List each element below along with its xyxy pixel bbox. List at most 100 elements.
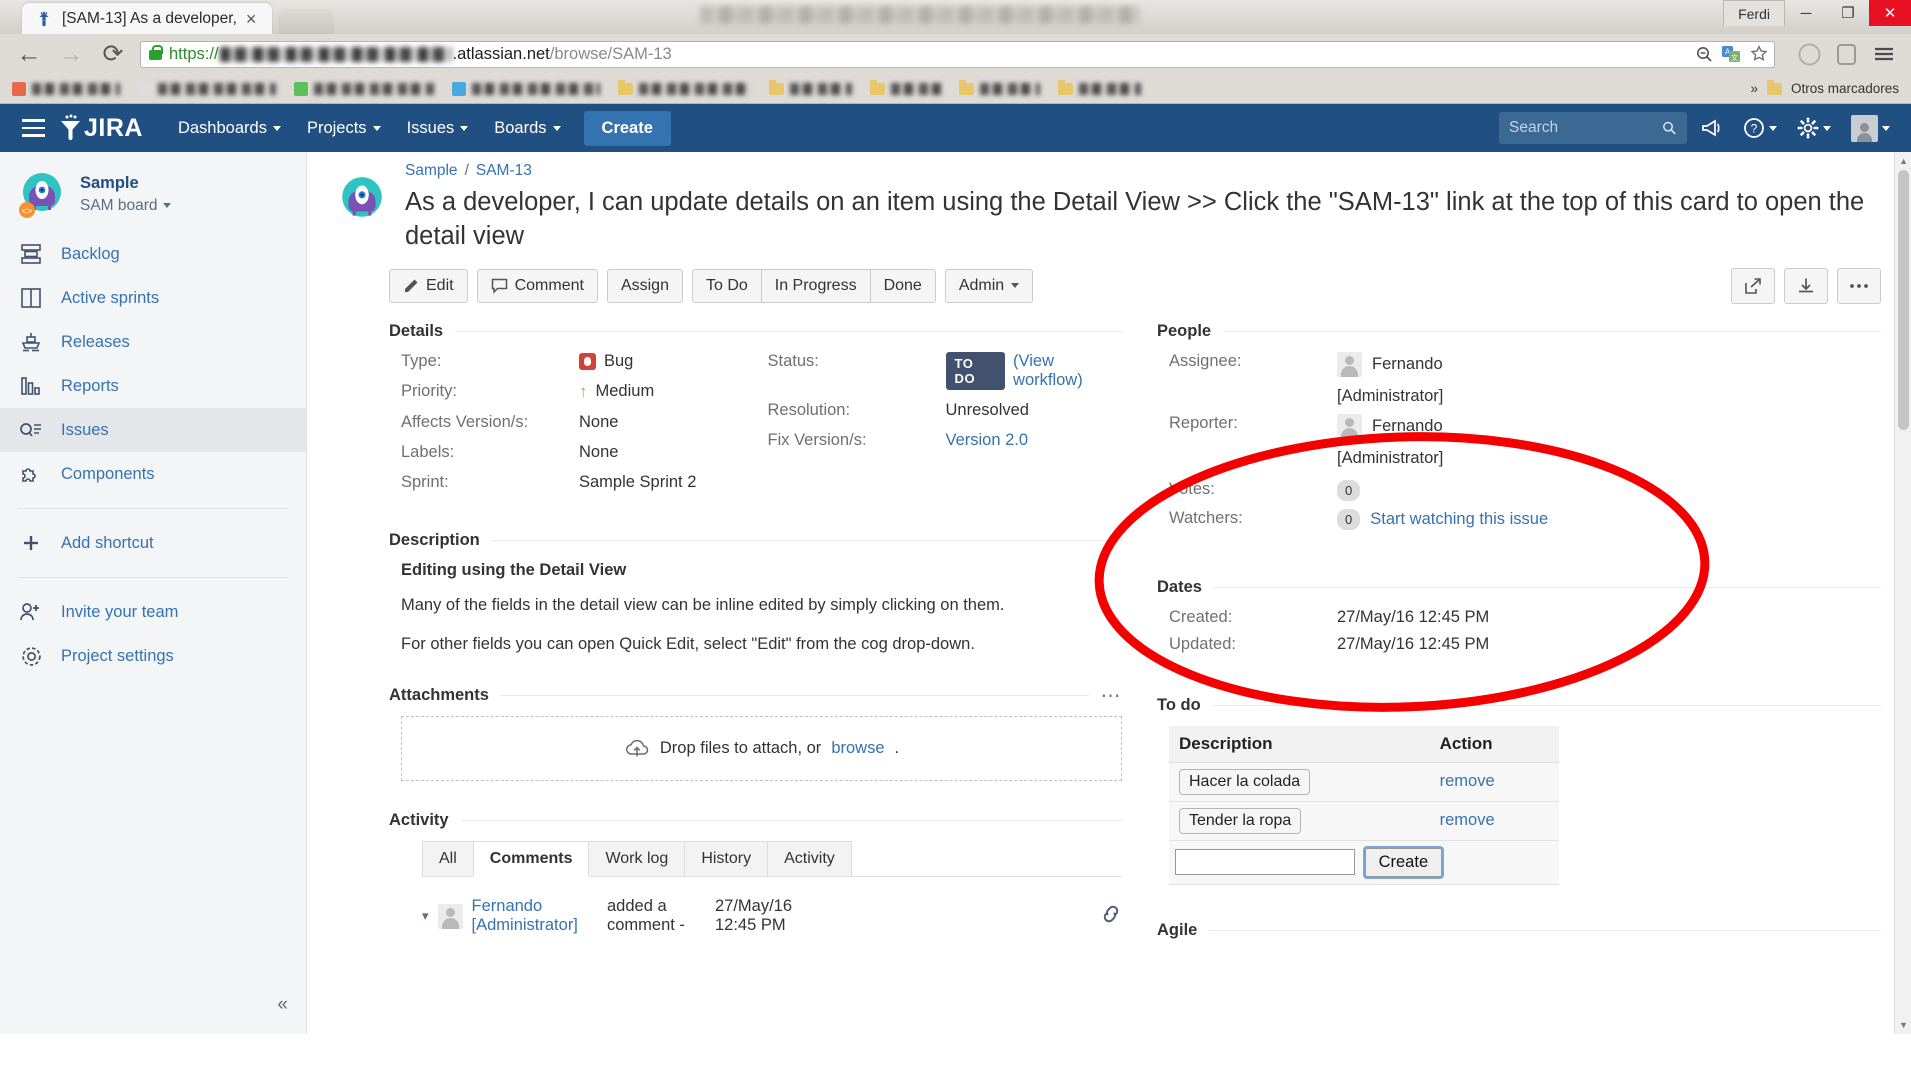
tab-activity[interactable]: Activity <box>767 841 852 876</box>
export-button[interactable] <box>1784 268 1828 304</box>
chevron-down-icon[interactable]: ▾ <box>422 908 429 924</box>
help-icon[interactable]: ? <box>1736 117 1784 139</box>
content-scrollbar[interactable]: ▲ ▼ <box>1894 152 1911 1034</box>
remove-link[interactable]: remove <box>1440 772 1495 790</box>
browse-link[interactable]: browse <box>831 739 884 758</box>
project-header[interactable]: <> Sample SAM board <box>0 152 306 232</box>
detail-value[interactable]: Sample Sprint 2 <box>579 473 696 492</box>
nav-item-projects[interactable]: Projects <box>294 104 394 152</box>
comment-button[interactable]: Comment <box>477 269 598 303</box>
board-selector[interactable]: SAM board <box>80 197 171 215</box>
translate-icon[interactable]: A文 <box>1722 46 1741 63</box>
todo-item-chip[interactable]: Hacer la colada <box>1179 769 1310 795</box>
bookmarks-overflow-icon[interactable]: » <box>1750 81 1758 96</box>
comment-author-link[interactable]: Fernando [Administrator] <box>472 897 598 935</box>
start-watching-link[interactable]: Start watching this issue <box>1370 510 1548 529</box>
people-value[interactable]: Fernando [Administrator] <box>1337 352 1559 406</box>
tab-comments[interactable]: Comments <box>473 841 590 877</box>
scroll-down-icon[interactable]: ▼ <box>1899 1020 1908 1030</box>
sidebar-item-active-sprints[interactable]: Active sprints <box>0 276 306 320</box>
back-icon[interactable]: ← <box>14 40 44 69</box>
tab-history[interactable]: History <box>684 841 768 876</box>
bookmark-item[interactable] <box>12 82 120 96</box>
scroll-up-icon[interactable]: ▲ <box>1899 156 1908 166</box>
transition-done-button[interactable]: Done <box>871 269 936 303</box>
browser-profile-chip[interactable]: Ferdi <box>1723 0 1785 26</box>
nav-item-issues[interactable]: Issues <box>394 104 482 152</box>
maximize-button[interactable]: ❐ <box>1827 0 1869 26</box>
url-path: /browse/SAM-13 <box>550 45 672 64</box>
attachments-more-icon[interactable]: ⋯ <box>1101 691 1123 701</box>
collapse-sidebar-icon[interactable]: « <box>277 994 288 1016</box>
breadcrumb-issue-key[interactable]: SAM-13 <box>476 162 532 180</box>
sidebar-item-components[interactable]: Components <box>0 452 306 496</box>
bookmark-folder[interactable] <box>1058 83 1141 95</box>
project-name[interactable]: Sample <box>80 174 171 193</box>
search-input[interactable] <box>1509 119 1662 137</box>
detail-value[interactable]: Bug <box>579 352 633 371</box>
fix-version-link[interactable]: Version 2.0 <box>946 431 1029 450</box>
bookmark-star-icon[interactable] <box>1750 45 1768 63</box>
nav-item-boards[interactable]: Boards <box>481 104 573 152</box>
sidebar-item-invite-your-team[interactable]: Invite your team <box>0 590 306 634</box>
search-box[interactable] <box>1499 112 1687 144</box>
profile-menu[interactable] <box>1844 115 1897 142</box>
other-bookmarks-label[interactable]: Otros marcadores <box>1791 81 1899 96</box>
sidebar-item-reports[interactable]: Reports <box>0 364 306 408</box>
breadcrumb-project[interactable]: Sample <box>405 162 458 180</box>
detail-value[interactable]: None <box>579 443 618 462</box>
sidebar-item-releases[interactable]: Releases <box>0 320 306 364</box>
announcement-icon[interactable] <box>1693 118 1730 138</box>
transition-in-progress-button[interactable]: In Progress <box>762 269 871 303</box>
tab-work-log[interactable]: Work log <box>588 841 685 876</box>
bookmark-folder[interactable] <box>618 83 751 95</box>
bookmark-item[interactable] <box>294 82 434 96</box>
transition-to-do-button[interactable]: To Do <box>692 269 762 303</box>
minimize-button[interactable]: ─ <box>1785 0 1827 26</box>
browser-menu-icon[interactable] <box>1871 43 1897 65</box>
nav-item-dashboards[interactable]: Dashboards <box>165 104 294 152</box>
scrollbar-thumb[interactable] <box>1898 170 1909 430</box>
sidebar-item-issues[interactable]: Issues <box>0 408 306 452</box>
bookmark-folder[interactable] <box>769 83 852 95</box>
tab-close-icon[interactable]: × <box>246 10 257 28</box>
search-icon[interactable] <box>1662 120 1677 136</box>
detail-value[interactable]: ↑Medium <box>579 382 654 402</box>
extension-shield-icon[interactable] <box>1835 42 1858 67</box>
attachment-drop-zone[interactable]: Drop files to attach, or browse. <box>401 716 1122 781</box>
create-issue-button[interactable]: Create <box>584 111 671 146</box>
more-actions-button[interactable] <box>1837 268 1881 304</box>
share-button[interactable] <box>1731 268 1775 304</box>
detail-value[interactable]: Unresolved <box>946 401 1029 420</box>
zoom-out-icon[interactable] <box>1695 45 1713 63</box>
assign-button[interactable]: Assign <box>607 269 683 303</box>
comment-permalink-icon[interactable] <box>1100 904 1122 929</box>
new-tab-button[interactable] <box>278 9 334 34</box>
browser-tab[interactable]: [SAM-13] As a developer, × <box>22 3 272 34</box>
admin-menu-button[interactable]: Admin <box>945 269 1033 303</box>
forward-icon[interactable]: → <box>56 40 86 69</box>
extension-circle-icon[interactable] <box>1797 42 1822 67</box>
bookmark-item[interactable] <box>138 82 276 96</box>
bookmark-folder[interactable] <box>959 83 1040 95</box>
view-workflow-link[interactable]: (View workflow) <box>1013 352 1122 390</box>
todo-create-button[interactable]: Create <box>1365 848 1443 877</box>
jira-logo[interactable]: JIRA <box>58 113 143 144</box>
settings-gear-icon[interactable] <box>1790 117 1838 139</box>
todo-new-item-input[interactable] <box>1175 849 1355 875</box>
people-value[interactable]: Fernando [Administrator] <box>1337 414 1559 468</box>
app-switcher-icon[interactable] <box>14 119 58 137</box>
bookmark-folder[interactable] <box>870 83 941 95</box>
bookmark-item[interactable] <box>452 82 600 96</box>
sidebar-item-project-settings[interactable]: Project settings <box>0 634 306 678</box>
address-bar[interactable]: https://.atlassian.net/browse/SAM-13 A文 <box>140 41 1775 68</box>
sidebar-item-backlog[interactable]: Backlog <box>0 232 306 276</box>
edit-button[interactable]: Edit <box>389 269 468 303</box>
close-window-button[interactable]: ✕ <box>1869 0 1911 26</box>
detail-value[interactable]: None <box>579 413 618 432</box>
remove-link[interactable]: remove <box>1440 811 1495 829</box>
tab-all[interactable]: All <box>422 841 474 876</box>
reload-icon[interactable]: ⟳ <box>98 39 128 69</box>
todo-item-chip[interactable]: Tender la ropa <box>1179 808 1301 834</box>
sidebar-item-add-shortcut[interactable]: Add shortcut <box>0 521 306 565</box>
